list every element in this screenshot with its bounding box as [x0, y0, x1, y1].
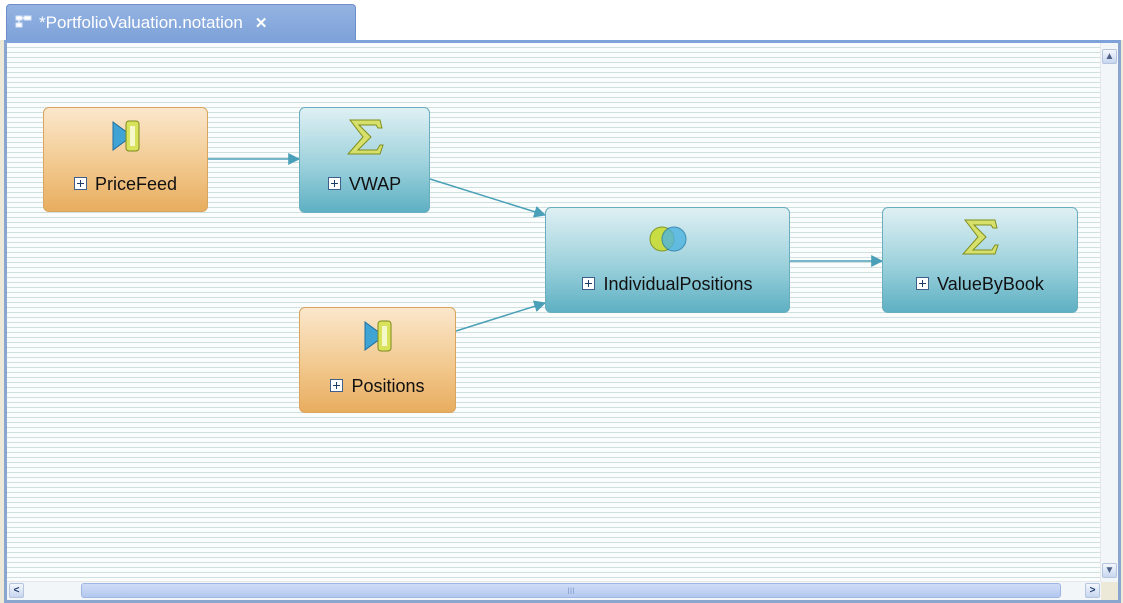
horizontal-scrollbar[interactable]: < III > [7, 581, 1102, 600]
sigma-icon [346, 119, 384, 155]
diagram-editor: PriceFeed VWAP Positions IndividualPosit… [4, 40, 1121, 603]
scrollbar-corner [1101, 582, 1118, 600]
edge-vwap-individualpositions[interactable] [429, 178, 547, 218]
edge-positions-individualpositions[interactable] [455, 300, 547, 332]
expand-icon[interactable] [582, 276, 596, 290]
node-vwap[interactable]: VWAP [299, 107, 430, 213]
scroll-right-icon[interactable]: > [1085, 583, 1100, 598]
diagram-canvas[interactable]: PriceFeed VWAP Positions IndividualPosit… [7, 43, 1102, 582]
stream-source-icon [364, 320, 391, 352]
scroll-down-icon[interactable]: ▼ [1102, 563, 1117, 578]
stream-source-icon [112, 120, 139, 152]
expand-icon[interactable] [327, 176, 341, 190]
node-positions[interactable]: Positions [299, 307, 456, 413]
node-valuebybook[interactable]: ValueByBook [882, 207, 1078, 313]
node-label: Positions [351, 376, 425, 396]
horizontal-scroll-thumb[interactable]: III [81, 583, 1061, 598]
scroll-up-icon[interactable]: ▲ [1102, 49, 1117, 64]
expand-icon[interactable] [916, 276, 930, 290]
scroll-left-icon[interactable]: < [9, 583, 24, 598]
expand-icon[interactable] [330, 378, 344, 392]
vertical-scrollbar[interactable]: ▲ ▼ [1100, 43, 1118, 582]
editor-tab-title: *PortfolioValuation.notation [39, 12, 243, 32]
diagram-icon [15, 15, 32, 27]
node-label: VWAP [348, 174, 402, 194]
node-individualpositions[interactable]: IndividualPositions [545, 207, 790, 313]
expand-icon[interactable] [73, 176, 87, 190]
node-label: ValueByBook [937, 274, 1044, 294]
node-label: IndividualPositions [603, 274, 753, 294]
sigma-icon [961, 219, 999, 255]
node-label: PriceFeed [94, 174, 178, 194]
thumb-grip-icon: III [567, 585, 575, 596]
editor-tab-strip: *PortfolioValuation.notation ✕ [0, 0, 1123, 40]
close-tab-icon[interactable]: ✕ [255, 14, 268, 32]
editor-tab[interactable]: *PortfolioValuation.notation ✕ [6, 4, 356, 40]
node-pricefeed[interactable]: PriceFeed [43, 107, 208, 212]
join-icon [649, 226, 686, 252]
